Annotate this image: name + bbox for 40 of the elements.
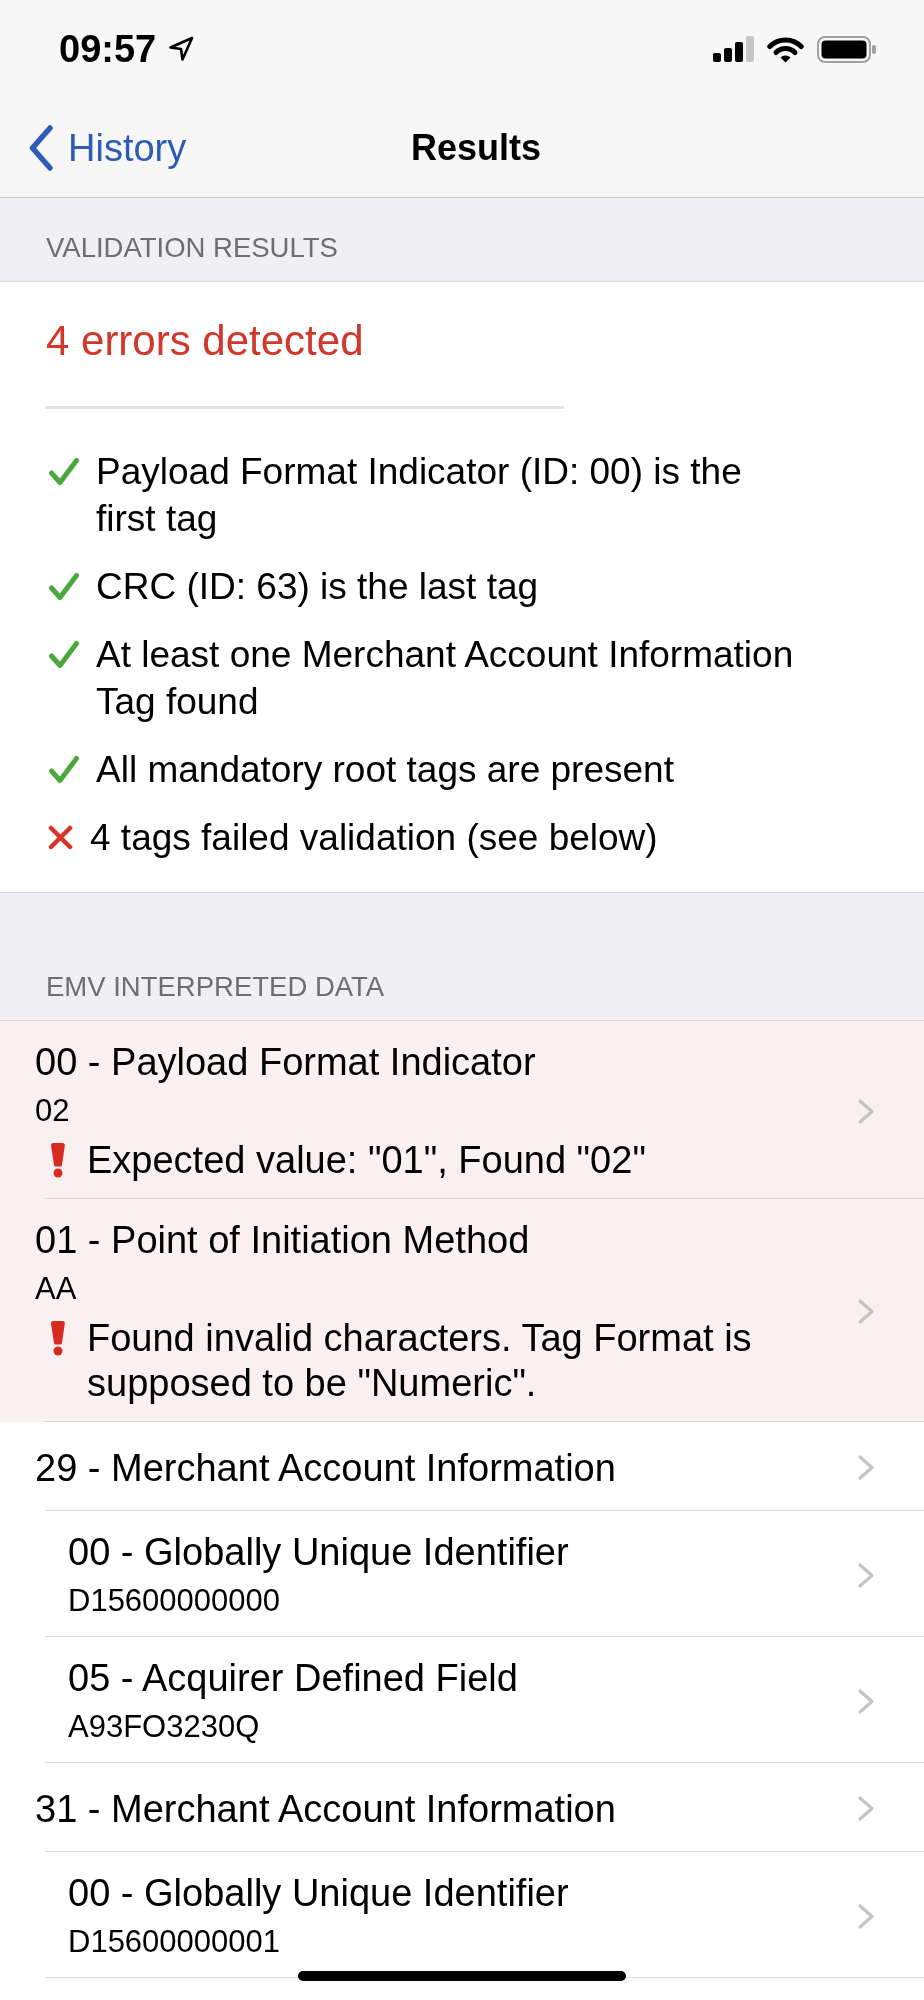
chevron-right-icon [857,1561,875,1589]
error-message: Found invalid characters. Tag Format is supposed to be "Numeric". [87,1316,753,1406]
error-summary: 4 errors detected [46,316,364,366]
chevron-right-icon [857,1795,875,1822]
battery-icon [817,35,876,63]
tag-row[interactable]: 00 - Payload Format Indicator 02 Expected value: "01", Found "02" [0,1021,924,1199]
wifi-icon [767,35,804,63]
tag-value: D15600000000 [68,1582,281,1620]
chevron-right-icon [857,1097,875,1125]
tag-title: 05 - Acquirer Defined Field [68,1656,518,1701]
validation-message: Payload Format Indicator (ID: 00) is the first tag [96,450,743,541]
tag-title: 29 - Merchant Account Information [35,1445,616,1491]
chevron-right-icon [857,1687,875,1715]
tag-title: 01 - Point of Initiation Method [35,1218,530,1263]
status-time: 09:57 [59,27,157,72]
tag-value: A93FO3230Q [68,1708,260,1746]
chevron-right-icon [857,1902,875,1930]
tag-value: D15600000001 [68,1923,281,1961]
back-button[interactable]: History [28,124,187,171]
section-header: EMV INTERPRETED DATA [46,970,385,1004]
validation-message: All mandatory root tags are present [96,748,674,792]
error-message: Expected value: "01", Found "02" [87,1138,646,1183]
tag-value: AA [35,1270,77,1308]
tag-title: 00 - Globally Unique Identifier [68,1530,569,1575]
nav-title: Results [410,125,541,170]
signal-icon [713,36,754,62]
validation-message: 4 tags failed validation (see below) [90,816,658,860]
tag-title: 00 - Globally Unique Identifier [68,1871,569,1916]
tag-row[interactable]: 01 - Point of Initiation Method AA Found invalid characters. Tag Format is supposed to be "Numeric". [0,1199,924,1422]
chevron-right-icon [857,1298,875,1325]
home-indicator[interactable] [298,1971,626,1981]
validation-message: CRC (ID: 63) is the last tag [96,565,539,609]
tag-value: 02 [35,1092,70,1130]
validation-message: At least one Merchant Account Information Tag found [96,633,795,724]
chevron-right-icon [857,1454,875,1481]
location-arrow-icon [168,36,195,62]
tag-title: 00 - Payload Format Indicator [35,1040,536,1085]
section-header: VALIDATION RESULTS [46,231,338,265]
chevron-left-icon [28,124,54,171]
tag-title: 31 - Merchant Account Information [35,1786,616,1832]
